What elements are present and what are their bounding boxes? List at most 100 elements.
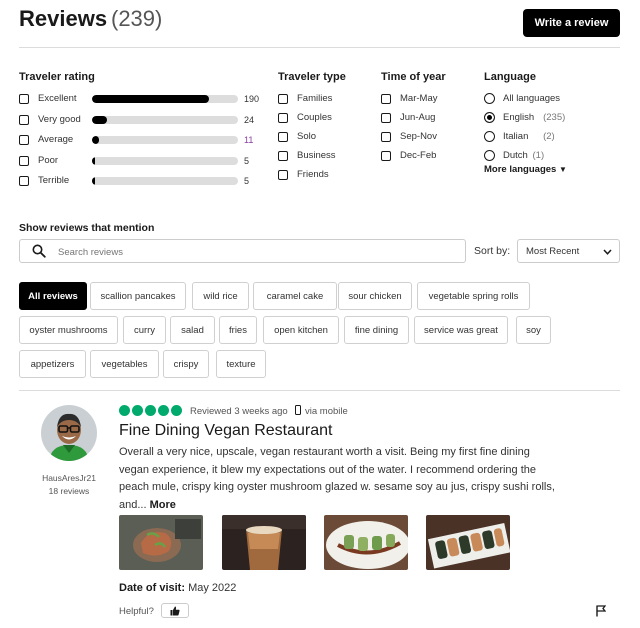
checkbox[interactable] <box>19 135 29 145</box>
mention-chip[interactable]: vegetable spring rolls <box>417 282 530 310</box>
time-of-year-heading: Time of year <box>381 71 446 83</box>
mention-chip[interactable]: All reviews <box>19 282 87 310</box>
mention-chip[interactable]: soy <box>516 316 551 344</box>
language-label: All languages <box>503 93 561 104</box>
mention-chip[interactable]: wild rice <box>192 282 249 310</box>
review-photo-1[interactable] <box>119 515 203 570</box>
filter-label: Solo <box>297 131 317 142</box>
language-count: (2) <box>543 131 555 142</box>
rating-bar <box>92 136 238 144</box>
mention-chip[interactable]: vegetables <box>90 350 159 378</box>
checkbox[interactable] <box>19 94 29 104</box>
mention-chip[interactable]: fine dining <box>344 316 409 344</box>
mention-chip[interactable]: caramel cake <box>253 282 337 310</box>
flag-icon[interactable] <box>596 605 606 617</box>
checkbox[interactable] <box>381 94 391 104</box>
language-count: (1) <box>532 150 545 161</box>
rating-bar-fill <box>92 95 209 103</box>
mention-chip[interactable]: oyster mushrooms <box>19 316 118 344</box>
checkbox[interactable] <box>381 151 391 161</box>
checkbox[interactable] <box>19 114 29 125</box>
checkbox[interactable] <box>381 132 391 142</box>
mention-chip[interactable]: open kitchen <box>263 316 339 344</box>
mention-chip[interactable]: fries <box>219 316 257 344</box>
sort-value: Most Recent <box>526 246 580 257</box>
mention-chip[interactable]: texture <box>216 350 266 378</box>
rating-count: 11 <box>244 135 254 145</box>
checkbox[interactable] <box>278 170 288 180</box>
mention-chip[interactable]: scallion pancakes <box>90 282 186 310</box>
rating-bubble <box>171 405 182 416</box>
more-languages-link[interactable]: More languages ▼ <box>484 164 567 175</box>
avatar[interactable] <box>41 405 97 461</box>
checkbox[interactable] <box>19 155 29 166</box>
mention-chip[interactable]: crispy <box>163 350 209 378</box>
checkbox[interactable] <box>278 151 288 161</box>
rating-bubbles <box>119 405 182 416</box>
date-of-visit: Date of visit: May 2022 <box>119 582 236 594</box>
mention-chip[interactable]: service was great <box>414 316 508 344</box>
reviewer-name[interactable]: HausAresJr21 <box>30 473 108 483</box>
checkbox[interactable] <box>381 113 391 123</box>
radio-button[interactable] <box>484 150 495 161</box>
language-label: Dutch <box>503 150 528 161</box>
sort-select[interactable]: Most Recent <box>517 239 620 263</box>
language-label: Italian <box>503 131 529 142</box>
divider <box>19 390 620 391</box>
rating-bubble <box>119 405 130 416</box>
page-title: Reviews <box>19 6 108 31</box>
rating-bar-fill <box>92 115 107 124</box>
rating-bubble <box>132 405 143 416</box>
rating-row-very-good[interactable]: Very good 24 <box>19 114 269 128</box>
rating-label: Average <box>38 134 74 145</box>
radio-button[interactable] <box>484 112 495 123</box>
divider <box>19 47 620 48</box>
rating-count: 24 <box>244 114 255 125</box>
via-mobile: via mobile <box>305 406 348 417</box>
filter-label: Dec-Feb <box>400 150 437 161</box>
radio-button[interactable] <box>484 131 495 142</box>
checkbox[interactable] <box>19 176 29 186</box>
checkbox[interactable] <box>278 113 288 123</box>
radio-button[interactable] <box>484 93 495 104</box>
more-languages-label: More languages <box>484 164 557 175</box>
write-review-button[interactable]: Write a review <box>523 9 620 37</box>
language-heading: Language <box>484 71 536 83</box>
filter-label: Friends <box>297 169 329 180</box>
reviewer-review-count: 18 reviews <box>48 486 90 496</box>
language-label: English <box>503 112 535 123</box>
search-icon <box>32 244 46 258</box>
rating-row-average[interactable]: Average 11 <box>19 134 269 148</box>
mention-heading: Show reviews that mention <box>19 222 155 234</box>
rating-count: 5 <box>244 176 250 186</box>
mention-chip[interactable]: sour chicken <box>338 282 412 310</box>
review-photo-3[interactable] <box>324 515 408 570</box>
helpful-button[interactable] <box>161 603 189 618</box>
rating-label: Very good <box>38 113 81 125</box>
rating-bubble <box>158 405 169 416</box>
checkbox[interactable] <box>278 94 288 104</box>
mention-chip[interactable]: appetizers <box>19 350 86 378</box>
review-photo-4[interactable] <box>426 515 510 570</box>
date-of-visit-value: May 2022 <box>188 582 237 594</box>
read-more-link[interactable]: More <box>150 499 176 511</box>
caret-down-icon: ▼ <box>558 165 567 174</box>
rating-row-terrible[interactable]: Terrible 5 <box>19 175 269 189</box>
review-title[interactable]: Fine Dining Vegan Restaurant <box>119 422 332 440</box>
rating-label: Excellent <box>38 93 77 104</box>
rating-row-excellent[interactable]: Excellent 190 <box>19 93 269 107</box>
review-date: Reviewed 3 weeks ago <box>190 406 288 417</box>
filter-label: Mar-May <box>400 93 438 104</box>
rating-row-poor[interactable]: Poor 5 <box>19 155 269 169</box>
checkbox[interactable] <box>278 132 288 142</box>
rating-count: 5 <box>244 155 250 166</box>
helpful-label: Helpful? <box>119 606 154 617</box>
mention-chip[interactable]: curry <box>123 316 166 344</box>
search-input[interactable] <box>56 243 460 261</box>
thumbs-up-icon <box>170 606 180 615</box>
date-of-visit-label: Date of visit: <box>119 582 186 594</box>
review-photo-2[interactable] <box>222 515 306 570</box>
rating-bar-fill <box>92 156 95 165</box>
mention-chip[interactable]: salad <box>170 316 215 344</box>
traveler-type-heading: Traveler type <box>278 71 346 83</box>
